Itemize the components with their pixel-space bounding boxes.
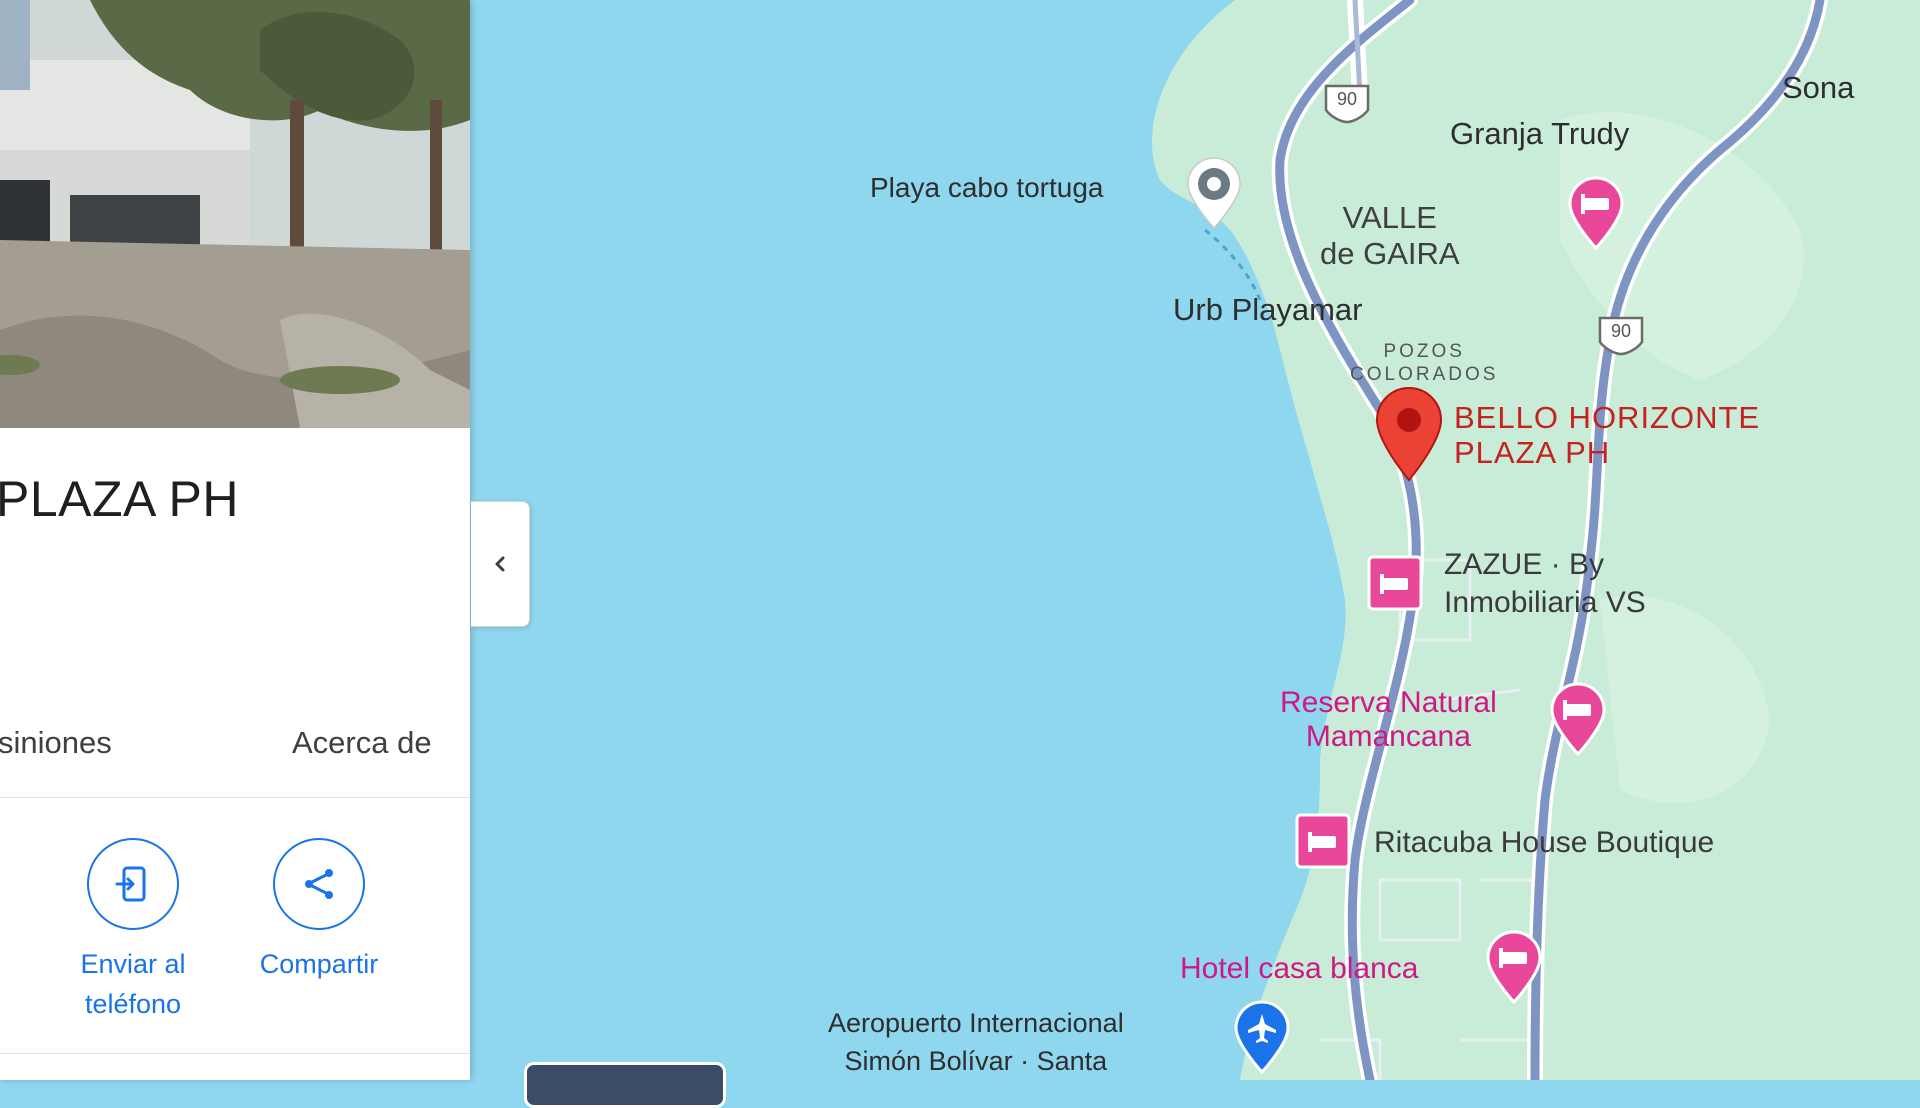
label-pozos-colorados: POZOS COLORADOS [1350,341,1499,385]
road-shield-90-north: 90 [1322,82,1372,129]
label-sona[interactable]: Sona [1782,70,1854,106]
label-airport[interactable]: Aeropuerto Internacional Simón Bolívar ·… [828,1004,1124,1080]
label-zazue[interactable]: ZAZUE · By Inmobiliaria VS [1444,546,1646,622]
beach-pin-icon[interactable] [1184,156,1244,235]
place-photo[interactable] [0,0,470,428]
tab-reviews[interactable]: siniones [0,725,112,761]
hotel-square-icon[interactable] [1294,812,1352,879]
tab-about[interactable]: Acerca de [292,725,432,761]
road-shield-90-south: 90 [1596,314,1646,361]
road-shield-label: 90 [1336,89,1358,109]
label-playa-cabo-tortuga[interactable]: Playa cabo tortuga [870,172,1104,204]
label-ritacuba[interactable]: Ritacuba House Boutique [1374,824,1714,862]
share-icon [273,838,365,930]
label-reserva-natural[interactable]: Reserva Natural Mamancana [1280,686,1497,754]
label-valle-de-gaira: VALLE de GAIRA [1320,200,1460,271]
label-granja-trudy[interactable]: Granja Trudy [1450,116,1629,152]
place-panel: PLAZA PH siniones Acerca de Enviar al te… [0,0,470,1080]
place-photo-illustration [0,0,470,428]
send-to-phone-icon [87,838,179,930]
airport-pin-icon[interactable] [1232,1000,1292,1079]
photo-thumbnail[interactable] [524,1062,726,1108]
selected-place-pin-icon[interactable] [1374,386,1444,487]
send-to-phone-button[interactable]: Enviar al teléfono [58,838,208,1024]
road-shield-label: 90 [1610,321,1632,341]
hotel-square-icon[interactable] [1366,554,1424,621]
send-to-phone-label: Enviar al teléfono [80,949,186,1019]
place-tabs: siniones Acerca de [0,715,470,798]
share-button[interactable]: Compartir [244,838,394,984]
place-title: PLAZA PH [0,471,239,527]
hotel-pin-icon[interactable] [1566,176,1626,255]
label-selected-place[interactable]: BELLO HORIZONTE PLAZA PH [1454,400,1760,470]
label-hotel-casa-blanca[interactable]: Hotel casa blanca [1180,952,1418,986]
label-urb-playamar: Urb Playamar [1173,292,1363,327]
collapse-panel-button[interactable] [471,501,530,627]
hotel-pin-icon[interactable] [1484,930,1544,1009]
nature-reserve-pin-icon[interactable] [1548,682,1608,761]
share-label: Compartir [259,949,379,979]
panel-divider [0,1053,470,1054]
chevron-left-icon [495,556,505,572]
